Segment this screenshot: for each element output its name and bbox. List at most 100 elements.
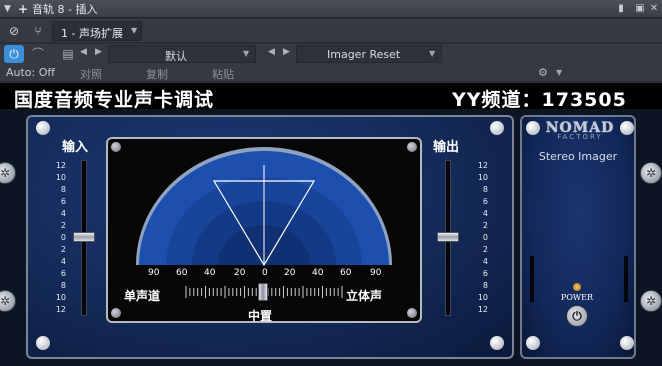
fader-scale-tick: 2 xyxy=(482,221,488,230)
next-plugin-preset-icon[interactable]: ▶ xyxy=(283,47,290,57)
power-switch-button[interactable]: ⏻ xyxy=(566,305,588,327)
fader-scale-tick: 6 xyxy=(482,197,488,206)
default-preset-label: 默认 xyxy=(165,50,187,63)
fader-scale-tick: 2 xyxy=(60,245,66,254)
width-scale-tick: 40 xyxy=(312,268,324,278)
chevron-down-icon[interactable]: ▼ xyxy=(556,68,562,77)
fader-scale-tick: 8 xyxy=(60,185,66,194)
copy-button[interactable]: 复制 xyxy=(146,66,168,82)
preset-toolbar: ⏻ ⌒ ▤ ◀ ▶ 默认 ▼ ◀ ▶ Imager Reset ▼ xyxy=(0,44,662,64)
plugin-preset-name: Imager Reset xyxy=(327,48,401,61)
banner-right-text: YY频道：173505 xyxy=(452,89,627,111)
center-label: 中置 xyxy=(248,309,273,323)
close-icon[interactable]: ✕ xyxy=(647,2,661,16)
screw-icon xyxy=(526,121,540,135)
output-fader-handle[interactable] xyxy=(437,232,459,242)
fader-scale-tick: 2 xyxy=(482,245,488,254)
fader-scale-tick: 4 xyxy=(482,209,488,218)
width-scale-tick: 0 xyxy=(262,268,268,278)
insert-toolbar: ⊘ ⑂ 1 - 声场扩展 ▼ xyxy=(0,19,662,43)
output-label: 输出 xyxy=(433,140,460,155)
pin-icon[interactable]: ▮ xyxy=(614,2,628,16)
screw-icon xyxy=(526,336,540,350)
fader-scale-tick: 8 xyxy=(482,281,488,290)
bypass-dial-icon[interactable]: ⊘ xyxy=(4,21,24,41)
fader-scale-tick: 0 xyxy=(482,233,488,242)
overlay-banner: 国度音频专业声卡调试 YY频道：173505 xyxy=(0,83,662,111)
banner-left-text: 国度音频专业声卡调试 xyxy=(14,89,215,111)
compare-button[interactable]: 对照 xyxy=(80,66,102,82)
default-preset-dropdown[interactable]: 默认 ▼ xyxy=(108,45,256,63)
window-title: 音轨 8 - 插入 xyxy=(32,2,98,16)
power-toggle-button[interactable]: ⏻ xyxy=(4,45,24,63)
fader-scale-tick: 8 xyxy=(60,281,66,290)
prev-plugin-preset-icon[interactable]: ◀ xyxy=(268,47,275,57)
fader-scale-tick: 2 xyxy=(60,221,66,230)
mono-label: 单声道 xyxy=(124,289,161,303)
width-scale-tick: 60 xyxy=(176,268,188,278)
width-scale-tick: 40 xyxy=(204,268,216,278)
automation-icon[interactable]: ⌒ xyxy=(28,44,48,64)
fader-scale-tick: 6 xyxy=(60,269,66,278)
screw-icon xyxy=(36,121,50,135)
prev-preset-icon[interactable]: ◀ xyxy=(80,47,87,57)
fader-scale-tick: 6 xyxy=(60,197,66,206)
fader-scale-tick: 6 xyxy=(482,269,488,278)
insert-slot-selector[interactable]: 1 - 声场扩展 ▼ xyxy=(52,21,142,41)
power-label: POWER xyxy=(560,293,594,302)
screw-icon xyxy=(490,121,504,135)
auto-mode-label[interactable]: Auto: Off xyxy=(6,66,55,79)
gear-icon[interactable]: ⚙ xyxy=(538,66,548,79)
fader-scale-tick: 12 xyxy=(55,305,66,314)
insert-slot-label: 1 - 声场扩展 xyxy=(61,27,123,40)
fader-scale-tick: 10 xyxy=(55,173,66,182)
plugin-preset-dropdown[interactable]: Imager Reset ▼ xyxy=(296,45,442,63)
output-scale: 12 10 8 6 4 2 0 2 4 6 8 10 12 xyxy=(470,160,488,316)
width-scale-tick: 90 xyxy=(370,268,382,278)
fader-scale-tick: 4 xyxy=(60,257,66,266)
width-scale-tick: 20 xyxy=(284,268,296,278)
screw-icon xyxy=(490,336,504,350)
preset-list-icon[interactable]: ▤ xyxy=(58,44,78,64)
fader-scale-tick: 12 xyxy=(55,161,66,170)
width-slider-handle[interactable] xyxy=(258,283,268,301)
power-led-icon xyxy=(573,283,581,291)
fader-scale-tick: 8 xyxy=(482,185,488,194)
fader-scale-tick: 4 xyxy=(482,257,488,266)
meter-slot-right xyxy=(624,256,628,302)
width-scale-tick: 20 xyxy=(234,268,246,278)
fader-scale-tick: 10 xyxy=(477,293,488,302)
next-preset-icon[interactable]: ▶ xyxy=(95,47,102,57)
chevron-down-icon: ▼ xyxy=(243,49,250,58)
fader-scale-tick: 12 xyxy=(477,305,488,314)
width-scale-tick: 60 xyxy=(340,268,352,278)
input-label: 输入 xyxy=(62,140,89,155)
width-slider-track[interactable] xyxy=(184,283,344,301)
meter-slot-left xyxy=(530,256,534,302)
chevron-down-icon: ▼ xyxy=(429,49,436,58)
stereo-label: 立体声 xyxy=(346,289,383,303)
input-fader-handle[interactable] xyxy=(73,232,95,242)
edit-toolbar: Auto: Off 对照 复制 粘贴 ⚙ ▼ xyxy=(0,64,662,82)
rack-screw-icon: ✲ xyxy=(640,162,662,184)
chevron-down-icon: ▼ xyxy=(131,26,138,35)
fader-scale-tick: 12 xyxy=(477,161,488,170)
product-name: Stereo Imager xyxy=(538,150,618,163)
screw-icon xyxy=(620,121,634,135)
rack-screw-icon: ✲ xyxy=(640,290,662,312)
paste-button[interactable]: 粘贴 xyxy=(212,66,234,82)
fader-scale-tick: 10 xyxy=(55,293,66,302)
fader-scale-tick: 0 xyxy=(60,233,66,242)
width-scale-tick: 90 xyxy=(148,268,160,278)
window-titlebar: ▼ + 音轨 8 - 插入 ▮ ▣ ✕ xyxy=(0,0,662,18)
add-icon[interactable]: + xyxy=(18,2,32,16)
input-scale: 12 10 8 6 4 2 0 2 4 6 8 10 12 xyxy=(48,160,66,316)
fader-scale-tick: 4 xyxy=(60,209,66,218)
screw-icon xyxy=(36,336,50,350)
expand-icon[interactable]: ▣ xyxy=(633,2,647,16)
routing-icon[interactable]: ⑂ xyxy=(28,21,48,41)
brand-logo-sub: FACTORY xyxy=(557,133,603,141)
collapse-arrow-icon[interactable]: ▼ xyxy=(4,4,18,14)
screw-icon xyxy=(620,336,634,350)
fader-scale-tick: 10 xyxy=(477,173,488,182)
